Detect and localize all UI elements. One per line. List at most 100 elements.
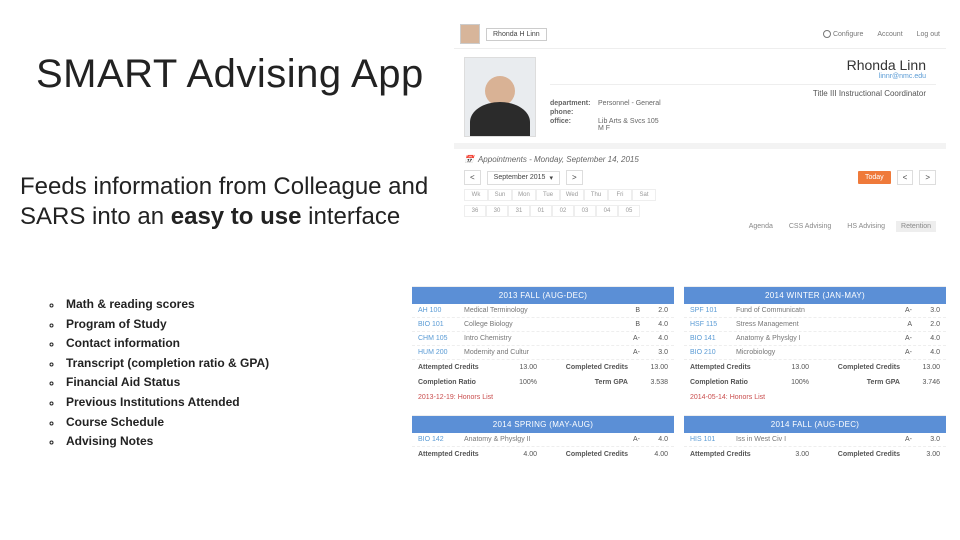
subtitle-post: interface [301, 203, 400, 230]
summary-label: Attempted Credits [690, 364, 769, 371]
day-label: Sun [488, 189, 512, 201]
course-credits: 3.0 [640, 349, 668, 356]
course-code[interactable]: HIS 101 [690, 436, 736, 443]
summary-value: 13.00 [900, 364, 940, 371]
appointment-tabs: Agenda CSS Advising HS Advising Retentio… [464, 221, 936, 232]
value: Lib Arts & Svcs 105 M F [598, 118, 659, 132]
term-card: 2013 FALL (AUG-DEC)AH 100Medical Termino… [412, 286, 674, 405]
month-select[interactable]: September 2015▾ [487, 171, 560, 185]
page-title: SMART Advising App [36, 52, 424, 97]
course-code[interactable]: HSF 115 [690, 321, 736, 328]
day-cell[interactable]: 04 [596, 205, 618, 217]
honors-note: 2014-05-14: Honors List [684, 390, 946, 405]
day-label: Tue [536, 189, 560, 201]
course-credits: 4.0 [912, 335, 940, 342]
summary-label: Attempted Credits [418, 451, 497, 458]
day-cell[interactable]: 01 [530, 205, 552, 217]
course-code[interactable]: BIO 141 [690, 335, 736, 342]
summary-value: 13.00 [628, 364, 668, 371]
course-code[interactable]: SPF 101 [690, 307, 736, 314]
summary-row: Attempted Credits13.00Completed Credits1… [684, 360, 946, 375]
summary-label: Attempted Credits [690, 451, 769, 458]
term-bar: 2013 FALL (AUG-DEC) [412, 287, 674, 304]
next-month-button[interactable]: > [566, 170, 583, 185]
course-row: BIO 141Anatomy & Physlgy IA-4.0 [684, 332, 946, 346]
summary-row: Attempted Credits13.00Completed Credits1… [412, 360, 674, 375]
day-cell[interactable]: 30 [486, 205, 508, 217]
tab-agenda[interactable]: Agenda [744, 221, 778, 232]
week-number-row: 36 30 31 01 02 03 04 05 [464, 205, 936, 217]
course-code[interactable]: HUM 200 [418, 349, 464, 356]
bullet-list: Math & reading scores Program of Study C… [62, 295, 269, 452]
search-input[interactable]: Rhonda H Linn [486, 28, 547, 41]
next-day-button[interactable]: > [919, 170, 936, 185]
course-code[interactable]: BIO 210 [690, 349, 736, 356]
configure-link[interactable]: Configure [823, 30, 863, 38]
prev-month-button[interactable]: < [464, 170, 481, 185]
course-credits: 4.0 [640, 335, 668, 342]
course-code[interactable]: BIO 142 [418, 436, 464, 443]
appointments-header: Appointments - Monday, September 14, 201… [478, 155, 639, 164]
summary-value: 100% [769, 379, 809, 386]
label: department: [550, 100, 598, 107]
tab-hs-advising[interactable]: HS Advising [842, 221, 890, 232]
account-link[interactable]: Account [877, 31, 902, 38]
summary-value: 4.00 [628, 451, 668, 458]
course-grade: A- [892, 436, 912, 443]
course-row: HIS 101Iss in West Civ IA-3.0 [684, 433, 946, 447]
list-item: Math & reading scores [62, 295, 269, 314]
course-credits: 2.0 [640, 307, 668, 314]
course-name: College Biology [464, 321, 620, 328]
day-cell[interactable]: 05 [618, 205, 640, 217]
profile-name: Rhonda Linn [550, 57, 936, 73]
summary-label: Completed Credits [809, 364, 900, 371]
logout-link[interactable]: Log out [917, 31, 940, 38]
course-name: Modernity and Cultur [464, 349, 620, 356]
today-button[interactable]: Today [858, 171, 891, 184]
course-code[interactable]: BIO 101 [418, 321, 464, 328]
subtitle-bold: easy to use [171, 203, 302, 230]
profile-role: Title III Instructional Coordinator [550, 89, 936, 98]
summary-row: Completion Ratio100%Term GPA3.746 [684, 375, 946, 390]
course-row: BIO 142Anatomy & Physlgy IIA-4.0 [412, 433, 674, 447]
topbar: Rhonda H Linn Configure Account Log out [454, 20, 946, 49]
profile-email[interactable]: linnr@nmc.edu [550, 73, 936, 80]
course-code[interactable]: AH 100 [418, 307, 464, 314]
course-name: Iss in West Civ I [736, 436, 892, 443]
course-credits: 3.0 [912, 307, 940, 314]
course-row: BIO 101College BiologyB4.0 [412, 318, 674, 332]
tab-retention[interactable]: Retention [896, 221, 936, 232]
course-name: Anatomy & Physlgy II [464, 436, 620, 443]
list-item: Transcript (completion ratio & GPA) [62, 354, 269, 373]
label: phone: [550, 109, 598, 116]
course-credits: 3.0 [912, 436, 940, 443]
day-label: Wed [560, 189, 584, 201]
summary-value: 4.00 [497, 451, 537, 458]
tab-css-advising[interactable]: CSS Advising [784, 221, 836, 232]
summary-label: Term GPA [809, 379, 900, 386]
course-grade: A [892, 321, 912, 328]
day-label: Thu [584, 189, 608, 201]
course-grade: A- [620, 335, 640, 342]
day-cell[interactable]: 31 [508, 205, 530, 217]
list-item: Previous Institutions Attended [62, 393, 269, 412]
chevron-down-icon: ▾ [549, 174, 553, 182]
summary-value: 13.00 [497, 364, 537, 371]
term-bar: 2014 SPRING (MAY-AUG) [412, 416, 674, 433]
day-cell[interactable]: 03 [574, 205, 596, 217]
summary-label: Completed Credits [809, 451, 900, 458]
course-name: Intro Chemistry [464, 335, 620, 342]
day-cell[interactable]: 02 [552, 205, 574, 217]
summary-value: 13.00 [769, 364, 809, 371]
prev-day-button[interactable]: < [897, 170, 914, 185]
summary-value: 100% [497, 379, 537, 386]
course-code[interactable]: CHM 105 [418, 335, 464, 342]
course-row: BIO 210MicrobiologyA-4.0 [684, 346, 946, 360]
subtitle: Feeds information from Colleague and SAR… [20, 172, 430, 232]
week-label: Wk [464, 189, 488, 201]
course-grade: B [620, 307, 640, 314]
list-item: Program of Study [62, 315, 269, 334]
summary-label: Completion Ratio [690, 379, 769, 386]
course-grade: A- [892, 335, 912, 342]
course-grade: A- [620, 349, 640, 356]
